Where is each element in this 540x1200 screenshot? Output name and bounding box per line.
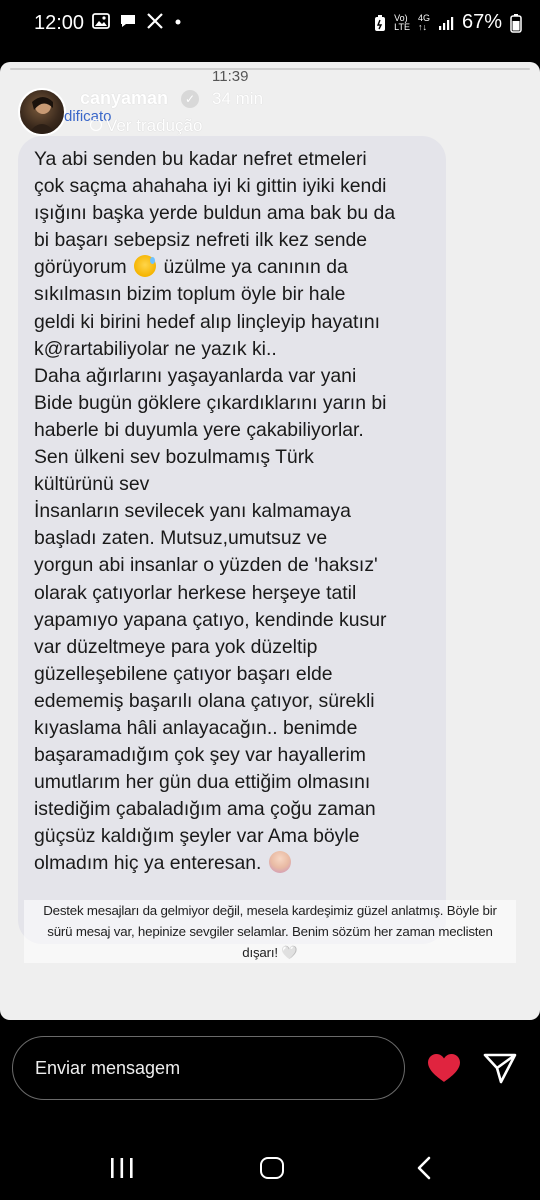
message-line: başladı zaten. Mutsuz,umutsuz ve bbox=[34, 527, 328, 550]
battery-icon bbox=[510, 13, 522, 33]
profile-photo-icon bbox=[28, 97, 56, 134]
message-line: ışığını başka yerde buldun ama bak bu da bbox=[34, 202, 396, 225]
message-line: edememiş başarılı olana çatıyor, sürekli bbox=[34, 689, 375, 712]
sweat-smile-emoji-icon bbox=[134, 255, 157, 278]
message-line: kıyaslama hâli anlayacağın.. benimde bbox=[34, 716, 358, 739]
person-shrugging-emoji-icon bbox=[268, 851, 291, 874]
message-line: Sen ülkeni sev bozulmamış Türk bbox=[34, 446, 314, 469]
back-icon[interactable] bbox=[414, 1156, 434, 1180]
message-line: Ya abi senden bu kadar nefret etmeleri bbox=[34, 148, 367, 170]
message-line: Bide bugün göklere çıkardıklarını yarın … bbox=[34, 391, 387, 414]
notification-icons bbox=[92, 12, 183, 30]
home-icon[interactable] bbox=[260, 1157, 284, 1179]
message-line: İnsanların sevilecek yanı kalmamaya bbox=[34, 500, 351, 523]
message-line: olarak çatıyorlar herkese herşeye tatil bbox=[34, 581, 357, 604]
signal-icon bbox=[438, 16, 454, 30]
dot-icon bbox=[175, 19, 181, 25]
caption-line: Destek mesajları da gelmiyor değil, mese… bbox=[43, 903, 497, 918]
post-time: 34 min bbox=[212, 89, 264, 108]
send-icon[interactable] bbox=[483, 1052, 517, 1084]
message-line: bi başarı sebepsiz nefreti ilk kez sende bbox=[34, 229, 368, 252]
data-arrows-icon: ↑↓ bbox=[417, 21, 427, 32]
message-line: güzelleşebilene çatıyor başarı elde bbox=[34, 662, 333, 685]
story-caption: Destek mesajları da gelmiyor değil, mese… bbox=[24, 900, 516, 963]
volte-label: Vo) LTE bbox=[394, 12, 410, 32]
caption-line: dışarı! 🤍 bbox=[242, 945, 298, 960]
message-line: umutlarım her gün dua ettiğim olmasını bbox=[34, 771, 371, 794]
message-line: yorgun abi insanlar o yüzden de 'haksız' bbox=[34, 554, 378, 577]
battery-saver-icon bbox=[375, 14, 386, 31]
x-logo-icon bbox=[147, 13, 163, 29]
message-line: var düzeltmeye para yok düzeltip bbox=[34, 635, 318, 658]
username[interactable]: canyaman bbox=[80, 88, 168, 109]
avatar[interactable] bbox=[18, 88, 66, 136]
message-line: k@rartabiliyolar ne yazık ki.. bbox=[34, 337, 277, 360]
screenshot-clock: 11:39 bbox=[212, 68, 249, 85]
status-time: 12:00 bbox=[34, 12, 85, 34]
message-line: kültürünü sev bbox=[34, 473, 150, 496]
message-bubble-icon bbox=[121, 15, 135, 27]
message-line: haberle bi duyumla yere çakabiliyorlar. bbox=[34, 418, 364, 441]
message-line: çok saçma ahahaha iyi ki gittin iyiki ke… bbox=[34, 175, 387, 198]
gallery-icon bbox=[92, 13, 110, 29]
message-line: istediğim çabaladığım ama çoğu zaman bbox=[34, 798, 376, 821]
status-bar: 12:00 Vo) LTE 4G ↑↓ 67% bbox=[0, 0, 540, 50]
battery-percent: 67% bbox=[461, 11, 502, 33]
caption-line: sürü mesaj var, hepinize sevgiler selaml… bbox=[47, 924, 493, 939]
verified-badge-icon: ✓ bbox=[181, 90, 199, 108]
network-type: 4G ↑↓ bbox=[417, 12, 430, 32]
message-line: yapamıyo yapana çatıyo, kendinde kusur bbox=[34, 608, 387, 631]
recents-icon[interactable] bbox=[110, 1157, 134, 1179]
message-line: sıkılmasın bizim toplum öyle bir hale bbox=[34, 283, 346, 306]
send-message-input[interactable]: Enviar mensagem bbox=[12, 1036, 405, 1100]
heart-icon[interactable] bbox=[427, 1053, 461, 1083]
message-bubble: Ya abi senden bu kadar nefret etmeleri ç… bbox=[18, 136, 446, 944]
system-status-icons: Vo) LTE 4G ↑↓ 67% bbox=[374, 11, 522, 34]
message-line: geldi ki birini hedef alıp linçleyip hay… bbox=[34, 310, 381, 333]
story-view[interactable]: 11:39 canyaman ✓ 34 min dificato Ver tra… bbox=[0, 62, 540, 1020]
message-line: başaramadığım çok şey var hayallerim bbox=[34, 744, 366, 767]
message-line: güçsüz kaldığım şeyler var Ama böyle bbox=[34, 825, 360, 848]
story-progress-bar bbox=[10, 68, 530, 70]
translate-link[interactable]: Ver tradução bbox=[88, 116, 202, 136]
message-line-with-emoji: olmadım hiç ya enteresan. bbox=[34, 850, 428, 877]
message-line-with-emoji: görüyorum üzülme ya canının da bbox=[34, 255, 348, 279]
message-line: Daha ağırlarını yaşayanlarda var yani bbox=[34, 364, 357, 387]
